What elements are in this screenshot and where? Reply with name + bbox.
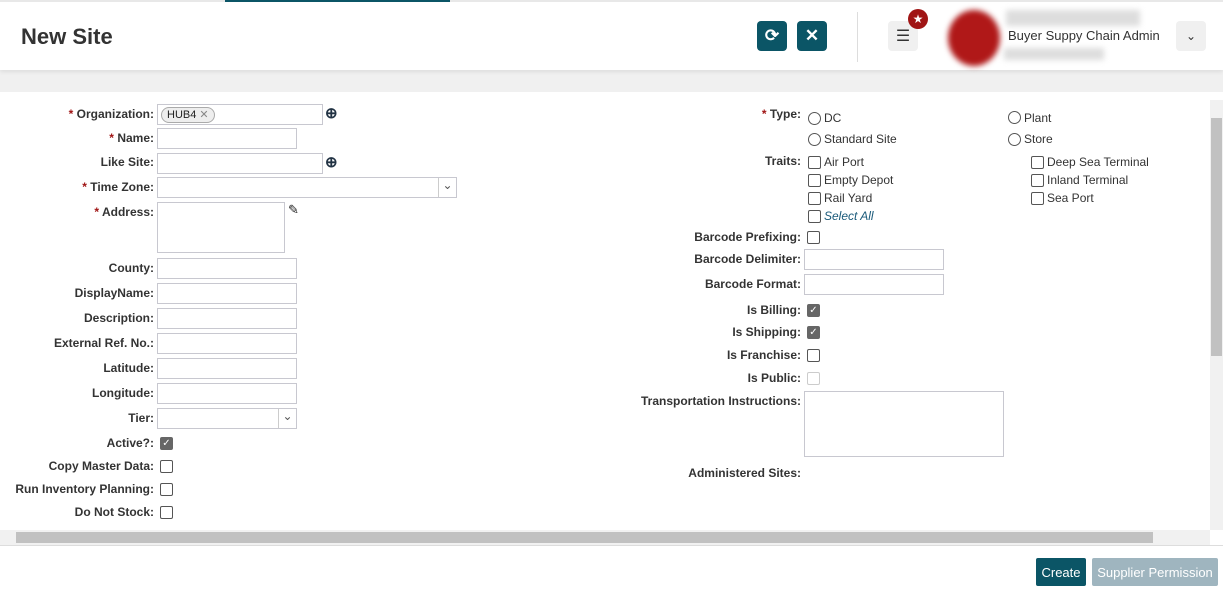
is-billing-label: Is Billing: [747,303,801,317]
time-zone-select[interactable]: ⌄ [157,177,457,198]
transportation-textarea[interactable] [804,391,1004,457]
latitude-input[interactable] [157,358,297,379]
is-shipping-label: Is Shipping: [732,325,801,339]
user-menu-button[interactable]: ⌄ [1176,21,1206,51]
barcode-prefixing-label: Barcode Prefixing: [694,230,801,244]
county-label: County: [108,261,154,275]
trait-rail-yard-checkbox[interactable] [808,192,821,205]
address-label: * Address: [94,205,154,219]
horizontal-scroll-thumb[interactable] [16,532,1153,543]
select-all-link[interactable]: Select All [824,209,874,223]
description-label: Description: [83,311,154,325]
type-radio-store[interactable] [1008,133,1021,146]
administered-sites-label: Administered Sites: [688,466,801,480]
organization-input[interactable]: HUB4 ✕ [157,104,323,125]
user-role: Buyer Suppy Chain Admin [1008,28,1160,43]
do-not-stock-label: Do Not Stock: [74,505,154,519]
chevron-down-icon: ⌄ [1185,29,1197,43]
tier-label: Tier: [128,411,154,425]
trait-label: Deep Sea Terminal [1047,155,1149,169]
barcode-format-label: Barcode Format: [704,277,801,291]
type-radio-dc[interactable] [808,112,821,125]
edit-icon[interactable]: ✎ [288,202,299,218]
is-public-checkbox [807,372,820,385]
address-textarea[interactable] [157,202,285,253]
barcode-prefixing-checkbox[interactable] [807,231,820,244]
display-name-input[interactable] [157,283,297,304]
time-zone-label: * Time Zone: [82,180,154,194]
remove-tag-icon[interactable]: ✕ [199,109,208,121]
is-public-label: Is Public: [747,371,801,385]
run-inventory-checkbox[interactable] [160,483,173,496]
longitude-input[interactable] [157,383,297,404]
lookup-icon[interactable]: ⊕ [325,104,338,122]
trait-sea-port-checkbox[interactable] [1031,192,1044,205]
user-name-blurred [1006,10,1140,26]
barcode-delimiter-label: Barcode Delimiter: [694,252,801,266]
create-button[interactable]: Create [1036,558,1086,586]
type-option-label: Plant [1024,111,1052,125]
select-all-checkbox[interactable] [808,210,821,223]
description-input[interactable] [157,308,297,329]
type-option-label: Store [1024,132,1053,146]
chevron-down-icon: ⌄ [278,409,296,428]
avatar[interactable] [948,10,1000,66]
like-site-label: Like Site: [100,155,154,169]
county-input[interactable] [157,258,297,279]
name-input[interactable] [157,128,297,149]
page-title: New Site [21,24,113,49]
close-icon: ✕ [804,26,820,45]
trait-label: Inland Terminal [1047,173,1129,187]
trait-deep-sea-checkbox[interactable] [1031,156,1044,169]
trait-label: Rail Yard [824,191,873,205]
type-option-label: Standard Site [824,132,897,146]
run-inventory-label: Run Inventory Planning: [15,482,154,496]
is-shipping-checkbox[interactable]: ✓ [807,326,820,339]
longitude-label: Longitude: [92,386,154,400]
star-badge-icon[interactable]: ★ [908,9,928,29]
is-billing-checkbox[interactable]: ✓ [807,304,820,317]
traits-label: Traits: [764,154,801,168]
divider [857,12,858,62]
active-checkbox[interactable]: ✓ [160,437,173,450]
close-button[interactable]: ✕ [797,21,827,51]
copy-master-label: Copy Master Data: [48,459,154,473]
like-site-input[interactable] [157,153,323,174]
type-label: * Type: [761,107,801,121]
tier-select[interactable]: ⌄ [157,408,297,429]
type-radio-plant[interactable] [1008,111,1021,124]
trait-label: Empty Depot [824,173,894,187]
active-label: Active?: [106,436,154,450]
is-franchise-checkbox[interactable] [807,349,820,362]
organization-tag: HUB4 ✕ [161,107,215,123]
external-ref-input[interactable] [157,333,297,354]
active-tab-indicator [225,0,450,2]
type-option-label: DC [824,111,842,125]
latitude-label: Latitude: [103,361,154,375]
do-not-stock-checkbox[interactable] [160,506,173,519]
lookup-icon[interactable]: ⊕ [325,153,338,171]
external-ref-label: External Ref. No.: [53,336,154,350]
barcode-delimiter-input[interactable] [804,249,944,270]
refresh-button[interactable]: ⟳ [757,21,787,51]
copy-master-checkbox[interactable] [160,460,173,473]
trait-inland-checkbox[interactable] [1031,174,1044,187]
display-name-label: DisplayName: [74,286,154,300]
trait-empty-depot-checkbox[interactable] [808,174,821,187]
name-label: * Name: [109,131,154,145]
organization-label: * Organization: [68,107,154,121]
trait-air-port-checkbox[interactable] [808,156,821,169]
transportation-label: Transportation Instructions: [640,394,801,408]
refresh-icon: ⟳ [764,26,780,45]
trait-label: Sea Port [1047,191,1094,205]
supplier-permission-button[interactable]: Supplier Permission [1092,558,1218,586]
trait-label: Air Port [824,155,865,169]
type-radio-standard-site[interactable] [808,133,821,146]
is-franchise-label: Is Franchise: [726,348,801,362]
user-info-blurred [1004,48,1104,60]
hamburger-icon: ☰ [895,28,911,45]
chevron-down-icon: ⌄ [438,178,456,197]
vertical-scroll-thumb[interactable] [1211,118,1222,356]
barcode-format-input[interactable] [804,274,944,295]
